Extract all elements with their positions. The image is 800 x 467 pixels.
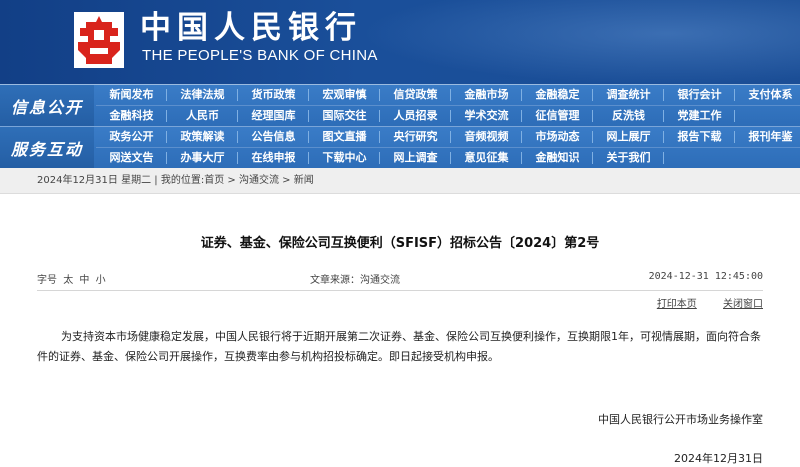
nav-link[interactable]: 人民币 [167, 106, 238, 126]
article-source: 文章来源：沟通交流 [310, 275, 400, 286]
pboc-logo-icon[interactable] [72, 10, 126, 70]
nav-link[interactable]: 新闻发布 [96, 85, 167, 105]
nav-link[interactable]: 报告下载 [664, 127, 735, 147]
nav-link[interactable]: 调查统计 [593, 85, 664, 105]
font-size-controls: 字号 太 中 小 [37, 271, 109, 286]
font-size-label: 字号 [37, 275, 57, 286]
article-sign-date: 2024年12月31日 [674, 452, 763, 465]
nav-link[interactable]: 宏观审慎 [309, 85, 380, 105]
nav-info-title: 信息公开 [0, 85, 94, 126]
nav-link[interactable]: 金融稳定 [522, 85, 593, 105]
breadcrumb-date: 2024年12月31日 星期二 [37, 175, 152, 186]
breadcrumb-arrow: > [282, 175, 291, 186]
article-title: 证券、基金、保险公司互换便利（SFISF）招标公告〔2024〕第2号 [200, 236, 600, 251]
nav-service-row-2: 网送文告 办事大厅 在线申报 下载中心 网上调查 意见征集 金融知识 关于我们 [96, 147, 800, 167]
article: 证券、基金、保险公司互换便利（SFISF）招标公告〔2024〕第2号 字号 太 … [0, 194, 800, 467]
nav-link[interactable]: 央行研究 [380, 127, 451, 147]
nav-link[interactable]: 货币政策 [238, 85, 309, 105]
article-published-date: 2024-12-31 12:45:00 [648, 271, 763, 282]
article-meta: 字号 太 中 小 文章来源：沟通交流 2024-12-31 12:45:00 [37, 271, 763, 287]
font-size-large-button[interactable]: 太 [63, 275, 73, 286]
meta-divider [37, 290, 763, 291]
nav-link[interactable]: 音频视频 [451, 127, 522, 147]
breadcrumb-separator: | [154, 175, 158, 186]
nav-link[interactable]: 网上调查 [380, 148, 451, 168]
nav-link[interactable]: 反洗钱 [593, 106, 664, 126]
breadcrumb-location-label: 我的位置: [160, 175, 205, 186]
font-size-medium-button[interactable]: 中 [79, 275, 89, 286]
breadcrumb-section-link[interactable]: 沟通交流 [239, 175, 279, 186]
article-signature: 中国人民银行公开市场业务操作室 [598, 413, 763, 426]
site-header: 中国人民银行 THE PEOPLE'S BANK OF CHINA [0, 0, 800, 84]
nav-link[interactable]: 网上展厅 [593, 127, 664, 147]
nav-service-title: 服务互动 [0, 127, 94, 168]
nav-link[interactable]: 下载中心 [309, 148, 380, 168]
breadcrumb-arrow: > [227, 175, 236, 186]
site-name-cn: 中国人民银行 [140, 10, 362, 46]
article-body: 为支持资本市场健康稳定发展，中国人民银行将于近期开展第二次证券、基金、保险公司互… [37, 330, 761, 363]
nav-link[interactable]: 征信管理 [522, 106, 593, 126]
nav-link[interactable]: 报刊年鉴 [735, 127, 800, 147]
breadcrumb-current-link[interactable]: 新闻 [294, 175, 314, 186]
nav-service-grid: 政务公开 政策解读 公告信息 图文直播 央行研究 音频视频 市场动态 网上展厅 … [96, 127, 800, 168]
nav-link[interactable]: 意见征集 [451, 148, 522, 168]
nav-info-row-2: 金融科技 人民币 经理国库 国际交往 人员招录 学术交流 征信管理 反洗钱 党建… [96, 105, 800, 125]
site-name-en: THE PEOPLE'S BANK OF CHINA [142, 47, 378, 64]
article-tools: 打印本页 关闭窗口 [634, 295, 763, 310]
font-size-small-button[interactable]: 小 [96, 275, 106, 286]
nav-link[interactable]: 办事大厅 [167, 148, 238, 168]
nav-link[interactable]: 经理国库 [238, 106, 309, 126]
nav-link[interactable]: 学术交流 [451, 106, 522, 126]
nav-link[interactable]: 市场动态 [522, 127, 593, 147]
nav-service-row-1: 政务公开 政策解读 公告信息 图文直播 央行研究 音频视频 市场动态 网上展厅 … [96, 127, 800, 147]
nav-link[interactable]: 党建工作 [664, 106, 735, 126]
breadcrumb-home-link[interactable]: 首页 [204, 175, 224, 186]
nav-service-section: 服务互动 政务公开 政策解读 公告信息 图文直播 央行研究 音频视频 市场动态 … [0, 126, 800, 168]
nav-link[interactable]: 公告信息 [238, 127, 309, 147]
nav-info-section: 信息公开 新闻发布 法律法规 货币政策 宏观审慎 信贷政策 金融市场 金融稳定 … [0, 84, 800, 126]
nav-link[interactable]: 法律法规 [167, 85, 238, 105]
nav-info-grid: 新闻发布 法律法规 货币政策 宏观审慎 信贷政策 金融市场 金融稳定 调查统计 … [96, 85, 800, 126]
breadcrumb: 2024年12月31日 星期二 | 我的位置:首页 > 沟通交流 > 新闻 [0, 168, 800, 194]
print-page-link[interactable]: 打印本页 [657, 299, 697, 310]
close-window-link[interactable]: 关闭窗口 [723, 299, 763, 310]
nav-link[interactable]: 在线申报 [238, 148, 309, 168]
nav-link[interactable]: 关于我们 [593, 148, 664, 168]
nav-link[interactable]: 金融市场 [451, 85, 522, 105]
nav-link[interactable]: 支付体系 [735, 85, 800, 105]
nav-link[interactable]: 网送文告 [96, 148, 167, 168]
nav-link[interactable]: 信贷政策 [380, 85, 451, 105]
nav-link[interactable]: 图文直播 [309, 127, 380, 147]
nav-link[interactable]: 政策解读 [167, 127, 238, 147]
nav-link[interactable]: 国际交往 [309, 106, 380, 126]
nav-link[interactable]: 人员招录 [380, 106, 451, 126]
nav-link[interactable]: 政务公开 [96, 127, 167, 147]
nav-link[interactable]: 金融科技 [96, 106, 167, 126]
nav-info-row-1: 新闻发布 法律法规 货币政策 宏观审慎 信贷政策 金融市场 金融稳定 调查统计 … [96, 85, 800, 105]
nav-link[interactable]: 银行会计 [664, 85, 735, 105]
header-glow [360, 0, 800, 84]
nav-link[interactable]: 金融知识 [522, 148, 593, 168]
